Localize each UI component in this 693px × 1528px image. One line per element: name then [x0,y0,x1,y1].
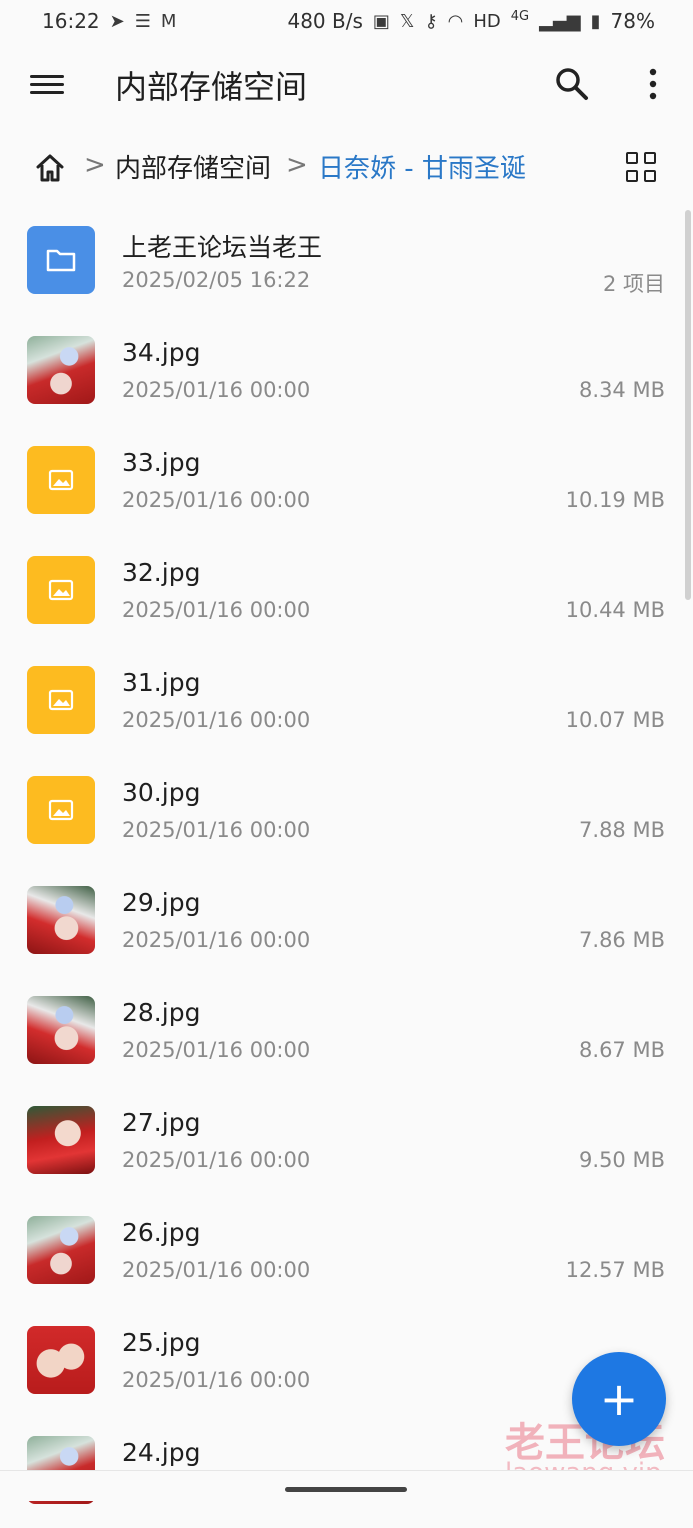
file-date: 2025/01/16 00:00 [122,378,311,402]
add-button[interactable]: + [572,1352,666,1446]
status-time: 16:22 [42,9,100,33]
chevron-right-icon: > [84,150,106,180]
file-size: 10.19 MB [565,488,665,512]
folder-icon [27,226,95,294]
file-date: 2025/01/16 00:00 [122,708,311,732]
file-date: 2025/01/16 00:00 [122,1148,311,1172]
file-date: 2025/01/16 00:00 [122,598,311,622]
file-size: 9.50 MB [579,1148,665,1172]
notification-list-icon: ☰ [134,10,151,32]
more-options-icon[interactable] [640,64,666,104]
file-list: 上老王论坛当老王 2025/02/05 16:22 2 项目 34.jpg 20… [0,208,693,1528]
photo-thumbnail [27,336,95,404]
file-date: 2025/01/16 00:00 [122,928,311,952]
list-item[interactable]: 30.jpg 2025/01/16 00:00 7.88 MB [0,758,693,868]
grid-view-icon[interactable] [626,152,658,184]
file-date: 2025/01/16 00:00 [122,1038,311,1062]
file-name: 29.jpg [122,888,201,917]
file-name: 33.jpg [122,448,201,477]
page-title: 内部存储空间 [115,68,308,106]
navigation-bar [0,1470,693,1501]
menu-icon[interactable] [30,70,64,100]
breadcrumb-item-internal-storage[interactable]: 内部存储空间 [115,148,271,185]
file-date: 2025/01/16 00:00 [122,1368,311,1392]
file-name: 34.jpg [122,338,201,367]
file-name: 30.jpg [122,778,201,807]
file-size: 8.67 MB [579,1038,665,1062]
photo-thumbnail [27,886,95,954]
breadcrumb-item-current-folder[interactable]: 日奈娇 - 甘雨圣诞 [318,148,526,185]
photo-thumbnail [27,1326,95,1394]
file-date: 2025/01/16 00:00 [122,488,311,512]
list-item[interactable]: 上老王论坛当老王 2025/02/05 16:22 2 项目 [0,208,693,318]
file-size: 10.07 MB [565,708,665,732]
search-icon[interactable] [552,64,592,104]
status-right: 480 B/s ▣ 𝕏 ⚷ ◠ HD 4G ▂▄▆ ▮ 78% [287,8,655,34]
status-left: 16:22 ➤ ☰ M [42,9,176,33]
file-size: 7.86 MB [579,928,665,952]
photo-thumbnail [27,1216,95,1284]
file-size: 10.44 MB [565,598,665,622]
home-gesture-handle[interactable] [285,1487,407,1492]
wifi-icon: ◠ [447,10,464,32]
plus-icon: + [599,1372,639,1426]
file-name: 27.jpg [122,1108,201,1137]
file-date: 2025/02/05 16:22 [122,268,311,292]
file-name: 28.jpg [122,998,201,1027]
file-item-count: 2 项目 [602,272,665,296]
signal-hd-label: HD [473,10,501,32]
file-date: 2025/01/16 00:00 [122,818,311,842]
scrollbar[interactable] [685,210,691,600]
photo-thumbnail [27,996,95,1064]
battery-percent: 78% [610,9,655,33]
list-item[interactable]: 34.jpg 2025/01/16 00:00 8.34 MB [0,318,693,428]
chevron-right-icon: > [286,150,308,180]
app-bar: 内部存储空间 [0,42,693,128]
photo-thumbnail [27,1106,95,1174]
battery-icon: ▮ [590,10,601,32]
status-bar: 16:22 ➤ ☰ M 480 B/s ▣ 𝕏 ⚷ ◠ HD 4G ▂▄▆ ▮ … [0,0,693,42]
list-item[interactable]: 33.jpg 2025/01/16 00:00 10.19 MB [0,428,693,538]
telegram-icon: ➤ [109,10,125,32]
image-icon [27,556,95,624]
vpn-key-icon: ⚷ [424,10,438,32]
image-icon [27,776,95,844]
home-icon[interactable] [32,150,68,186]
list-item[interactable]: 29.jpg 2025/01/16 00:00 7.86 MB [0,868,693,978]
mail-icon: M [160,10,177,32]
list-item[interactable]: 28.jpg 2025/01/16 00:00 8.67 MB [0,978,693,1088]
x-icon: 𝕏 [399,10,415,32]
file-size: 8.34 MB [579,378,665,402]
file-name: 25.jpg [122,1328,201,1357]
image-icon [27,666,95,734]
file-name: 上老王论坛当老王 [122,233,323,262]
file-size: 7.88 MB [579,818,665,842]
net-speed: 480 B/s [287,9,363,33]
file-name: 24.jpg [122,1438,201,1467]
file-date: 2025/01/16 00:00 [122,1258,311,1282]
file-size: 12.57 MB [565,1258,665,1282]
cell-signal-icon: ▂▄▆ [539,10,581,32]
network-type-label: 4G [510,8,530,24]
file-name: 32.jpg [122,558,201,587]
list-item[interactable]: 31.jpg 2025/01/16 00:00 10.07 MB [0,648,693,758]
file-name: 26.jpg [122,1218,201,1247]
list-item[interactable]: 27.jpg 2025/01/16 00:00 9.50 MB [0,1088,693,1198]
refresh-rate-icon: ▣ [372,10,390,32]
list-item[interactable]: 32.jpg 2025/01/16 00:00 10.44 MB [0,538,693,648]
breadcrumb: > 内部存储空间 > 日奈娇 - 甘雨圣诞 [0,128,693,208]
file-name: 31.jpg [122,668,201,697]
list-item[interactable]: 26.jpg 2025/01/16 00:00 12.57 MB [0,1198,693,1308]
image-icon [27,446,95,514]
